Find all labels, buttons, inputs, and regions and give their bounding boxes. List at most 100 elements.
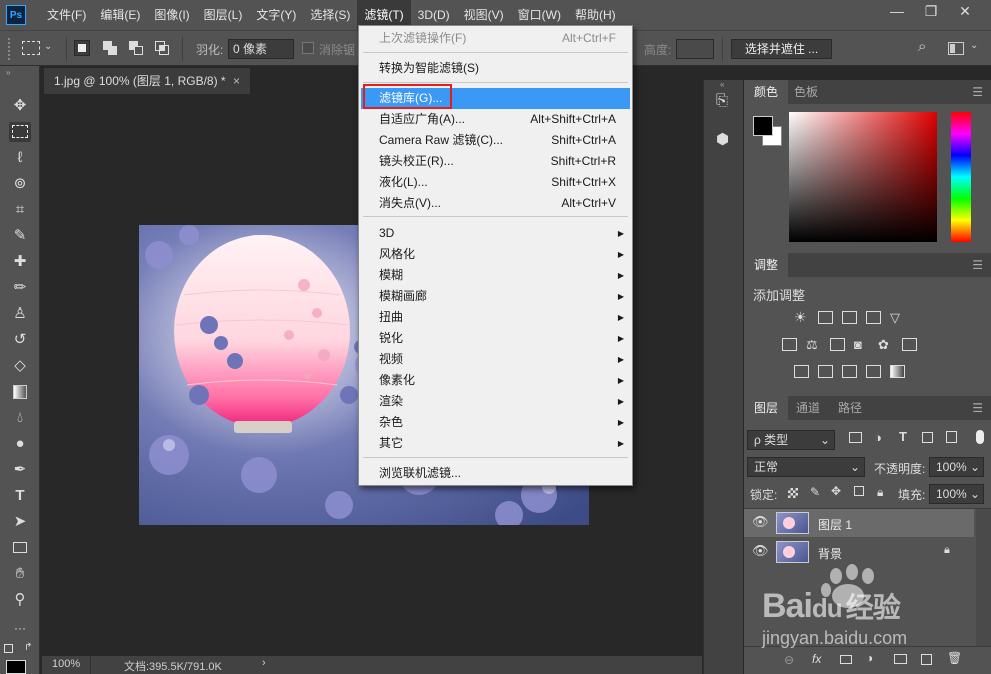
fill-input[interactable]: 100% ⌄ bbox=[929, 484, 984, 504]
minimize-button[interactable]: — bbox=[880, 0, 914, 22]
filter-menu-item[interactable]: 渲染 ▶ bbox=[361, 391, 630, 412]
curves-icon[interactable] bbox=[842, 311, 857, 324]
tab-layers[interactable]: 图层 bbox=[744, 396, 789, 420]
history-panel-icon[interactable]: ⎘ bbox=[716, 92, 728, 109]
history-brush-tool-icon[interactable]: ↺ bbox=[9, 330, 31, 350]
black-white-icon[interactable] bbox=[830, 338, 845, 351]
chevron-down-icon[interactable]: ⌄ bbox=[44, 41, 52, 52]
collapse-icon[interactable]: » bbox=[6, 68, 10, 77]
zoom-tool-icon[interactable]: ⚲ bbox=[9, 590, 31, 610]
color-field[interactable] bbox=[789, 112, 937, 242]
visibility-eye-icon[interactable]: 👁︎ bbox=[752, 514, 769, 530]
restore-button[interactable]: ❐ bbox=[914, 0, 948, 22]
path-selection-tool-icon[interactable]: ➤ bbox=[9, 512, 31, 532]
foreground-color-swatch[interactable] bbox=[6, 660, 26, 674]
threshold-icon[interactable] bbox=[842, 365, 857, 378]
marquee-tool-preset-icon[interactable] bbox=[22, 41, 40, 55]
swap-colors-icon[interactable]: ↱ bbox=[24, 642, 32, 653]
layer-row[interactable]: 👁︎ 背景 🔒︎ bbox=[744, 538, 974, 566]
filter-menu-item[interactable]: 风格化 ▶ bbox=[361, 244, 630, 265]
search-icon[interactable]: ⌕ bbox=[918, 38, 926, 55]
tab-paths[interactable]: 路径 bbox=[828, 396, 872, 420]
type-filter-icon[interactable]: T bbox=[899, 429, 907, 444]
brush-tool-icon[interactable]: ✏ bbox=[9, 278, 31, 298]
filter-menu-item[interactable]: 其它 ▶ bbox=[361, 433, 630, 454]
photo-filter-icon[interactable]: ◙ bbox=[854, 338, 869, 351]
layer-filter-kind-select[interactable]: ρ 类型 ⌄ bbox=[747, 430, 835, 450]
color-lookup-icon[interactable] bbox=[902, 338, 917, 351]
layer-name[interactable]: 背景 bbox=[818, 545, 842, 562]
smart-object-filter-icon[interactable] bbox=[946, 431, 957, 443]
menu-3[interactable]: 图层(L) bbox=[197, 0, 250, 30]
menu-4[interactable]: 文字(Y) bbox=[249, 0, 303, 30]
filter-menu-item[interactable]: 像素化 ▶ bbox=[361, 370, 630, 391]
filter-menu-item[interactable]: 镜头校正(R)... Shift+Ctrl+R bbox=[361, 151, 630, 172]
menu-5[interactable]: 选择(S) bbox=[303, 0, 357, 30]
filter-menu-item[interactable]: 模糊画廊 ▶ bbox=[361, 286, 630, 307]
filter-menu-item[interactable]: 扭曲 ▶ bbox=[361, 307, 630, 328]
panel-menu-icon[interactable]: ☰ bbox=[972, 402, 983, 414]
layer-name[interactable]: 图层 1 bbox=[818, 516, 852, 533]
close-button[interactable]: ✕ bbox=[948, 0, 982, 22]
foreground-color-chip-front[interactable] bbox=[753, 116, 773, 136]
blur-tool-icon[interactable]: 💧︎ bbox=[9, 408, 31, 428]
tab-color[interactable]: 颜色 bbox=[744, 80, 789, 104]
lock-all-icon[interactable]: 🔒︎ bbox=[877, 485, 883, 500]
panel-menu-icon[interactable]: ☰ bbox=[972, 259, 983, 271]
selective-color-icon[interactable] bbox=[866, 365, 881, 378]
brightness-icon[interactable]: ☀ bbox=[794, 310, 809, 324]
levels-icon[interactable] bbox=[818, 311, 833, 324]
panel-menu-icon[interactable]: ☰ bbox=[972, 86, 983, 98]
healing-brush-tool-icon[interactable]: ✚ bbox=[9, 252, 31, 272]
lock-position-icon[interactable]: ✥ bbox=[831, 484, 841, 498]
shape-filter-icon[interactable] bbox=[922, 432, 933, 443]
tab-adjustments[interactable]: 调整 bbox=[744, 253, 789, 277]
lock-transparent-icon[interactable] bbox=[788, 488, 798, 498]
tab-swatches[interactable]: 色板 bbox=[784, 80, 828, 104]
document-tab[interactable]: 1.jpg @ 100% (图层 1, RGB/8) * × bbox=[44, 68, 250, 94]
filter-menu-item[interactable]: 转换为智能滤镜(S) bbox=[361, 58, 630, 79]
new-selection-icon[interactable] bbox=[74, 40, 90, 56]
lasso-tool-icon[interactable]: ℓ bbox=[9, 148, 31, 168]
type-tool-icon[interactable]: T bbox=[9, 486, 31, 506]
hand-tool-icon[interactable]: ✋︎ bbox=[9, 564, 31, 584]
quick-selection-tool-icon[interactable]: ⊚ bbox=[9, 174, 31, 194]
filter-menu-item[interactable]: 杂色 ▶ bbox=[361, 412, 630, 433]
workspace-chevron-icon[interactable]: ⌄ bbox=[970, 40, 978, 51]
workspace-icon[interactable] bbox=[948, 42, 964, 55]
filter-toggle-icon[interactable] bbox=[976, 430, 984, 444]
clone-stamp-tool-icon[interactable]: ♙ bbox=[9, 304, 31, 324]
invert-icon[interactable] bbox=[794, 365, 809, 378]
close-tab-icon[interactable]: × bbox=[233, 68, 240, 94]
select-and-mask-button[interactable]: 选择并遮住 ... bbox=[731, 39, 832, 59]
blend-mode-select[interactable]: 正常 ⌄ bbox=[747, 457, 865, 477]
color-balance-icon[interactable]: ⚖ bbox=[806, 338, 821, 351]
filter-menu-item[interactable]: 自适应广角(A)... Alt+Shift+Ctrl+A bbox=[361, 109, 630, 130]
move-tool-icon[interactable]: ✥ bbox=[9, 96, 31, 116]
feather-input[interactable]: 0 像素 bbox=[228, 39, 294, 59]
add-selection-icon[interactable] bbox=[102, 40, 118, 56]
height-input[interactable] bbox=[676, 39, 714, 59]
opacity-input[interactable]: 100% ⌄ bbox=[929, 457, 984, 477]
pixel-filter-icon[interactable] bbox=[849, 432, 862, 443]
layer-row[interactable]: 👁︎ 图层 1 bbox=[744, 509, 974, 537]
pen-tool-icon[interactable]: ✒ bbox=[9, 460, 31, 480]
rectangle-tool-icon[interactable] bbox=[9, 538, 31, 558]
subtract-selection-icon[interactable] bbox=[128, 40, 144, 56]
adjustment-filter-icon[interactable]: ◑ bbox=[874, 430, 882, 445]
exposure-icon[interactable] bbox=[866, 311, 881, 324]
zoom-level[interactable]: 100% bbox=[52, 658, 80, 670]
intersect-selection-icon[interactable] bbox=[154, 40, 170, 56]
filter-menu-item[interactable]: 模糊 ▶ bbox=[361, 265, 630, 286]
marquee-tool-icon[interactable] bbox=[9, 122, 31, 142]
gradient-map-icon[interactable] bbox=[890, 365, 905, 378]
vibrance-icon[interactable]: ▽ bbox=[890, 311, 905, 324]
more-tools-icon[interactable]: ··· bbox=[9, 618, 31, 638]
filter-menu-item[interactable]: 浏览联机滤镜... bbox=[361, 463, 630, 484]
channel-mixer-icon[interactable]: ✿ bbox=[878, 338, 893, 351]
menu-2[interactable]: 图像(I) bbox=[147, 0, 196, 30]
hue-saturation-icon[interactable] bbox=[782, 338, 797, 351]
antialias-checkbox[interactable] bbox=[302, 42, 314, 54]
hue-slider[interactable] bbox=[951, 112, 971, 242]
visibility-eye-icon[interactable]: 👁︎ bbox=[752, 543, 769, 559]
